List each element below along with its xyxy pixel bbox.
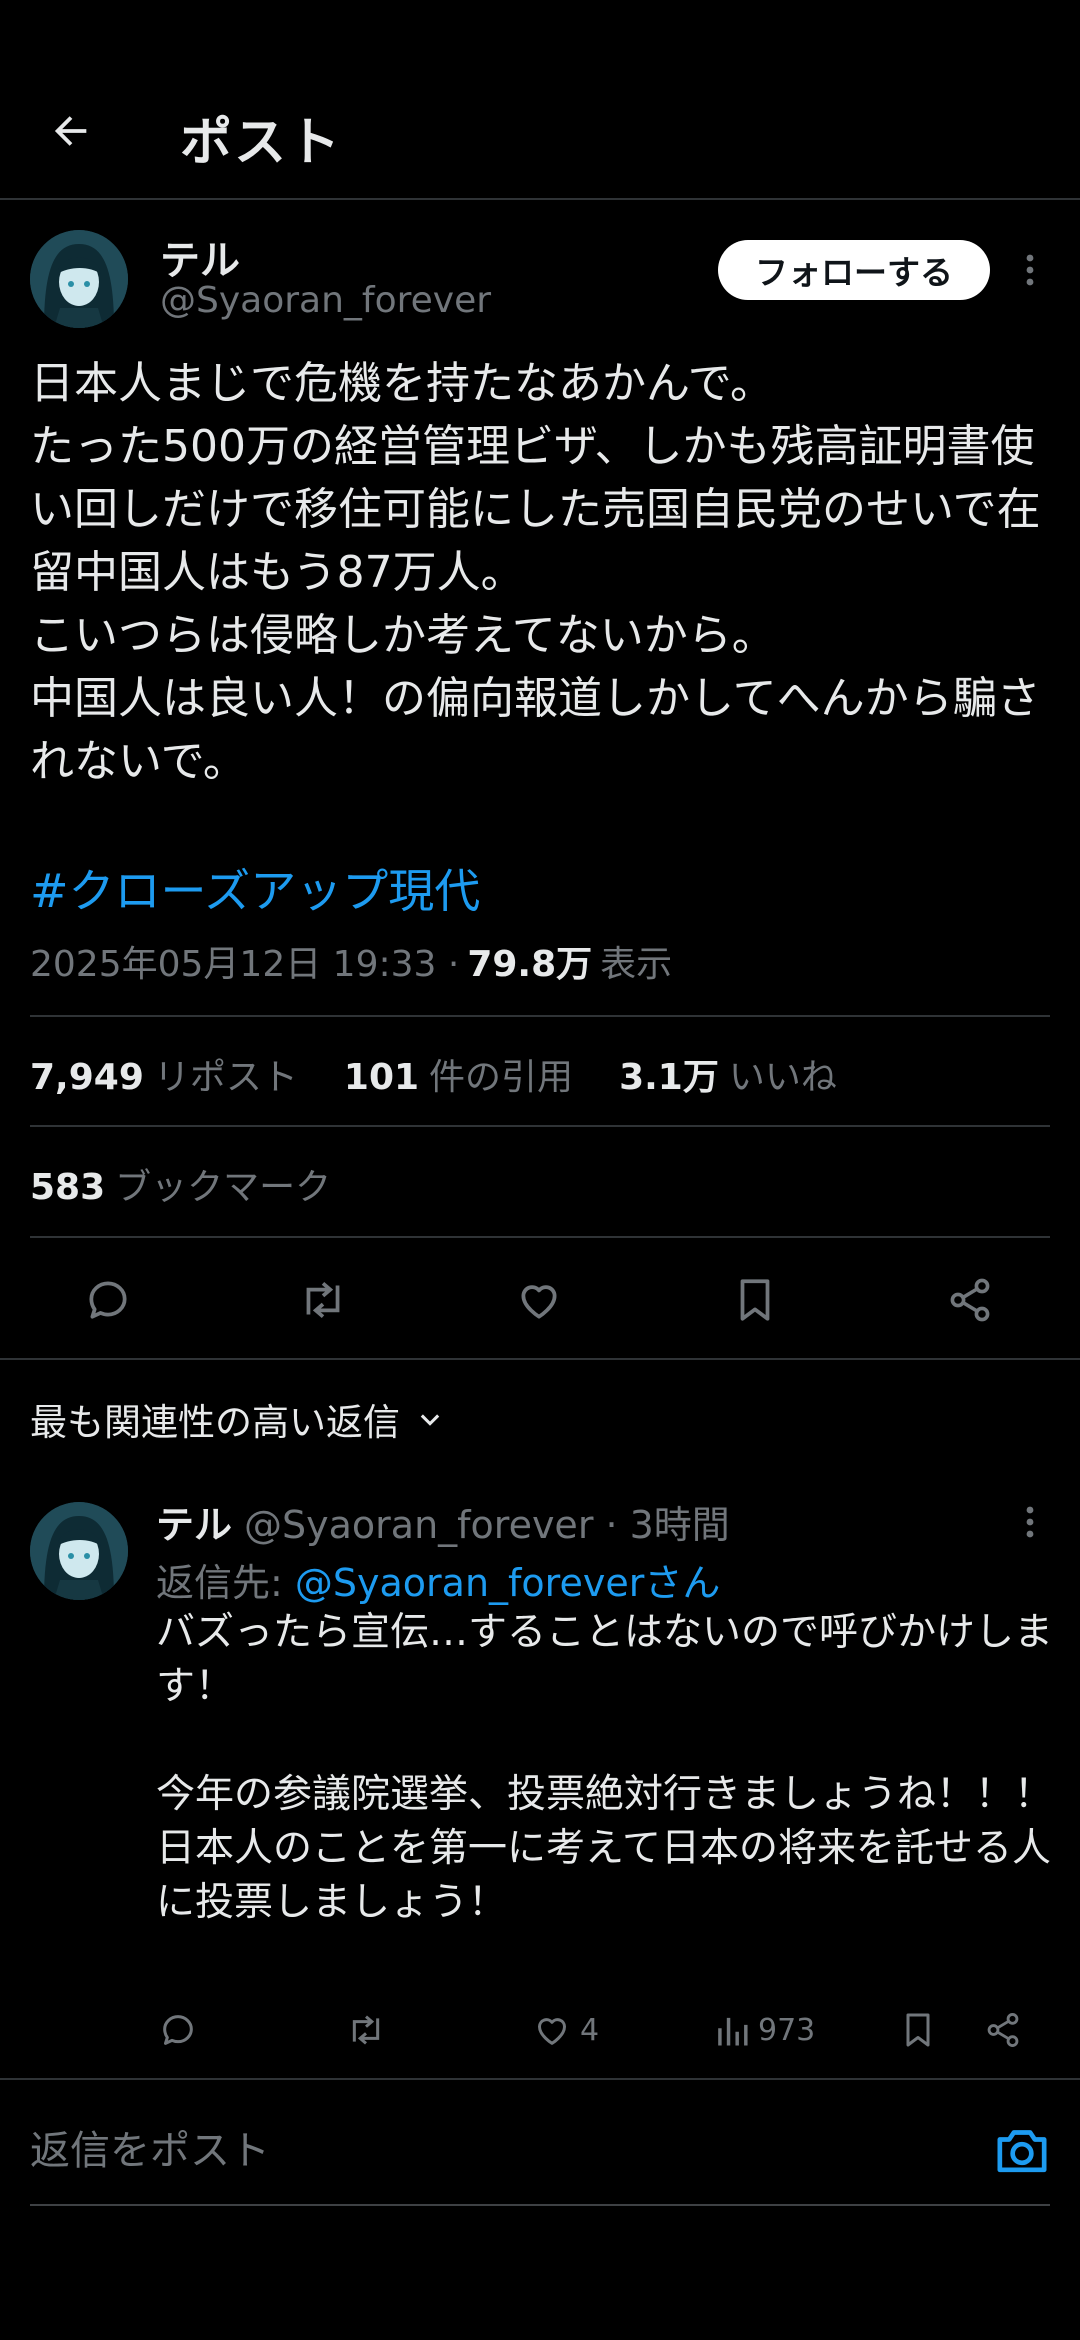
reply-author-name[interactable]: テル [156, 1494, 232, 1549]
more-button[interactable] [1012, 240, 1048, 300]
reposts-label[interactable]: リポスト [154, 1048, 298, 1100]
reply-to-handle[interactable]: @Syaoran_foreverさん [295, 1561, 720, 1605]
reposts-count[interactable]: 7,949 [30, 1057, 144, 1098]
chevron-down-icon [420, 1414, 440, 1426]
quotes-count[interactable]: 101 [344, 1057, 419, 1098]
divider [30, 1125, 1050, 1127]
like-icon [521, 1285, 557, 1319]
reply-more-button[interactable] [1012, 1492, 1048, 1552]
quotes-label[interactable]: 件の引用 [429, 1048, 573, 1100]
engagement-stats: 7,949 リポスト 101 件の引用 3.1万 いいね [30, 1048, 837, 1100]
reply-text: バズったら宣伝…することはないので呼びかけします！ 今年の参議院選挙、投票絶対行… [156, 1610, 1054, 1925]
views-count: 79.8万 [467, 944, 593, 985]
action-bar [0, 1260, 1080, 1340]
avatar[interactable] [30, 230, 128, 328]
author-handle[interactable]: @Syaoran_forever [160, 280, 491, 321]
header-divider [0, 198, 1080, 200]
bookmarks-stat: 583 ブックマーク [30, 1158, 331, 1210]
reply-icon [89, 1281, 127, 1319]
more-vertical-icon [1026, 254, 1034, 286]
reply-to-label: 返信先: [156, 1561, 283, 1605]
section-divider [0, 2078, 1080, 2080]
share-icon [950, 1278, 990, 1322]
likes-count[interactable]: 3.1万 [619, 1048, 719, 1100]
follow-button[interactable]: フォローする [718, 240, 990, 300]
composer-underline [30, 2204, 1050, 2206]
repost-icon [306, 1281, 340, 1319]
repost-icon [352, 2015, 380, 2045]
share-icon [987, 2013, 1019, 2047]
like-button[interactable] [503, 1268, 575, 1332]
bookmarks-count[interactable]: 583 [30, 1167, 105, 1208]
reply-input[interactable] [30, 2096, 970, 2206]
bookmark-button[interactable] [719, 1268, 791, 1332]
arrow-left-icon [54, 116, 87, 146]
back-button[interactable] [36, 96, 106, 166]
divider [30, 1236, 1050, 1238]
bookmark-icon [906, 2013, 930, 2047]
reply-time: · 3時間 [605, 1503, 730, 1547]
reply-bookmark-button[interactable] [900, 2006, 936, 2054]
likes-label[interactable]: いいね [729, 1048, 837, 1100]
reply-composer [30, 2096, 1050, 2206]
reply-action-bar: 4 973 [0, 2000, 1080, 2060]
like-icon [538, 2018, 566, 2045]
reply-to-line: 返信先: @Syaoran_foreverさん [156, 1552, 720, 1607]
post-text: 日本人まじで危機を持たなあかんで。 たった500万の経営管理ビザ、しかも残高証明… [30, 358, 1041, 787]
more-vertical-icon [1026, 1506, 1034, 1538]
bookmark-icon [740, 1279, 770, 1321]
reply-header: テル @Syaoran_forever · 3時間 [156, 1494, 730, 1549]
reply-repost-button[interactable] [344, 2006, 388, 2054]
analytics-icon [718, 2017, 748, 2046]
reply-author-handle[interactable]: @Syaoran_forever [244, 1503, 593, 1547]
author-name[interactable]: テル [160, 228, 240, 286]
share-button[interactable] [934, 1268, 1006, 1332]
page-title: ポスト [180, 113, 343, 173]
reply-share-button[interactable] [984, 2006, 1022, 2054]
reply-views-button[interactable]: 973 [714, 2006, 815, 2054]
reply-sort-dropdown[interactable]: 最も関連性の高い返信 [30, 1392, 444, 1446]
reply-button[interactable] [72, 1268, 144, 1332]
camera-icon[interactable] [994, 2124, 1050, 2176]
hashtag-link[interactable]: #クローズアップ現代 [30, 855, 480, 921]
views-label: 表示 [600, 944, 673, 985]
divider [30, 1015, 1050, 1017]
reply-icon [163, 2015, 193, 2045]
timestamp: 2025年05月12日 19:33 · [30, 944, 460, 985]
section-divider [0, 1358, 1080, 1360]
reply-avatar[interactable] [30, 1502, 128, 1600]
post-meta: 2025年05月12日 19:33 · 79.8万 表示 [30, 935, 672, 987]
top-bar: ポスト [0, 0, 1080, 198]
avatar-image [30, 1502, 128, 1600]
bookmarks-label[interactable]: ブックマーク [115, 1158, 331, 1210]
reply-like-button[interactable]: 4 [532, 2006, 599, 2054]
avatar-image [30, 230, 128, 328]
repost-button[interactable] [287, 1268, 359, 1332]
sort-label: 最も関連性の高い返信 [30, 1401, 400, 1444]
reply-reply-button[interactable] [158, 2006, 198, 2054]
reply-views-count: 973 [758, 2012, 816, 2048]
reply-like-count: 4 [580, 2012, 600, 2048]
